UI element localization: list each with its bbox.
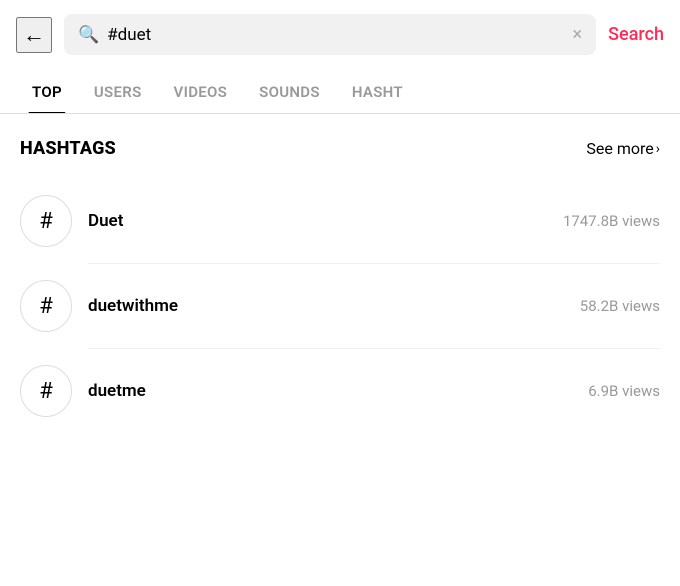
- hashtag-views: 58.2B views: [580, 297, 660, 315]
- hashtag-name: Duet: [88, 211, 123, 231]
- clear-icon[interactable]: ×: [573, 24, 583, 45]
- hashtag-name: duetwithme: [88, 296, 178, 316]
- hashtag-name: duetme: [88, 381, 146, 401]
- tab-videos[interactable]: VIDEOS: [158, 69, 244, 113]
- section-header: HASHTAGS See more ›: [20, 138, 660, 159]
- tabs-bar: TOP USERS VIDEOS SOUNDS HASHT: [0, 69, 680, 114]
- see-more-button[interactable]: See more ›: [586, 139, 660, 158]
- search-input[interactable]: [107, 25, 564, 45]
- hashtag-list: # Duet 1747.8B views # duetwithme 58.2B …: [20, 179, 660, 433]
- search-button[interactable]: Search: [608, 24, 664, 45]
- hashtag-icon-circle: #: [20, 365, 72, 417]
- hashtag-icon: #: [39, 379, 53, 404]
- back-arrow-icon: ←: [23, 22, 45, 48]
- list-item[interactable]: # duetme 6.9B views: [20, 349, 660, 433]
- header: ← 🔍 × Search: [0, 0, 680, 69]
- chevron-right-icon: ›: [656, 141, 660, 157]
- list-item[interactable]: # duetwithme 58.2B views: [20, 264, 660, 348]
- hashtag-icon: #: [39, 209, 53, 234]
- hashtag-icon-circle: #: [20, 195, 72, 247]
- tab-top[interactable]: TOP: [16, 69, 78, 113]
- main-content: HASHTAGS See more › # Duet 1747.8B views…: [0, 114, 680, 449]
- hashtag-views: 1747.8B views: [563, 212, 660, 230]
- hashtag-icon: #: [39, 294, 53, 319]
- back-button[interactable]: ←: [16, 17, 52, 53]
- search-icon: 🔍: [78, 25, 99, 45]
- hashtag-icon-circle: #: [20, 280, 72, 332]
- search-bar: 🔍 ×: [64, 14, 596, 55]
- tab-users[interactable]: USERS: [78, 69, 158, 113]
- list-item[interactable]: # Duet 1747.8B views: [20, 179, 660, 263]
- hashtag-views: 6.9B views: [588, 382, 660, 400]
- section-title: HASHTAGS: [20, 138, 116, 159]
- tab-sounds[interactable]: SOUNDS: [243, 69, 336, 113]
- tab-hashtags[interactable]: HASHT: [336, 69, 419, 113]
